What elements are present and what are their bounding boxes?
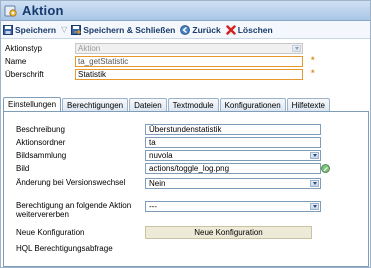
inherit-perm-row: Berechtigung an folgende Aktion weiterve… [16, 201, 140, 219]
chevron-down-icon [310, 152, 319, 159]
heading-row: Überschrift Statistik * [5, 68, 370, 80]
description-field[interactable]: Überstundenstatistik [145, 124, 321, 135]
header-form: Aktionstyp Aktion Name ta_getStatistic *… [1, 39, 370, 80]
image-row: Bild [16, 164, 144, 173]
version-change-value: Nein [149, 179, 166, 188]
new-config-row: Neue Konfiguration [16, 228, 144, 237]
inherit-perm-select[interactable]: --- [145, 201, 321, 212]
description-label: Beschreibung [16, 125, 65, 134]
version-change-label: Änderung bei Versionswechsel [16, 178, 126, 187]
heading-value: Statistik [78, 69, 107, 79]
save-close-button[interactable]: Speichern & Schließen [71, 24, 176, 35]
action-type-select: Aktion [75, 42, 303, 54]
version-change-select[interactable]: Nein [145, 178, 321, 189]
save-icon [3, 24, 13, 35]
imageset-select[interactable]: nuvola [145, 150, 321, 161]
delete-icon [226, 24, 236, 35]
description-row: Beschreibung [16, 125, 144, 134]
version-change-row: Änderung bei Versionswechsel [16, 178, 136, 187]
title-bar: Aktion [1, 1, 370, 21]
tab-einstellungen[interactable]: Einstellungen [3, 97, 62, 111]
name-label: Name [5, 56, 27, 66]
inherit-perm-value: --- [149, 202, 157, 211]
name-value: ta_getStatistic [78, 56, 129, 66]
folder-label: Aktionsordner [16, 138, 66, 147]
back-icon [180, 24, 191, 35]
folder-field[interactable]: ta [145, 137, 321, 148]
tab-dateien[interactable]: Dateien [129, 98, 167, 111]
name-required-marker: * [311, 55, 315, 65]
action-type-row: Aktionstyp Aktion [5, 42, 370, 54]
delete-button[interactable]: Löschen [226, 25, 273, 35]
window: Aktion Speichern ▽ Speichern & Schließen… [0, 0, 371, 268]
inherit-perm-label: Berechtigung an folgende Aktion weiterve… [16, 201, 132, 219]
imageset-value: nuvola [149, 151, 173, 160]
image-field[interactable]: actions/toggle_log.png [145, 163, 330, 174]
tab-konfigurationen[interactable]: Konfigurationen [219, 98, 286, 111]
tab-hilfetexte[interactable]: Hilfetexte [286, 98, 330, 111]
heading-label: Überschrift [5, 69, 44, 79]
heading-required-marker: * [311, 68, 315, 78]
save-label: Speichern [15, 24, 57, 35]
chevron-down-icon [292, 44, 301, 52]
chevron-down-icon [310, 180, 319, 187]
hql-label: HQL Berechtigungsabfrage [16, 244, 113, 253]
imageset-label: Bildsammlung [16, 151, 67, 160]
window-title: Aktion [22, 3, 64, 18]
folder-row: Aktionsordner [16, 138, 144, 147]
new-config-button[interactable]: Neue Konfiguration [145, 226, 312, 239]
back-button[interactable]: Zurück [180, 24, 221, 35]
save-close-icon [71, 24, 82, 35]
toolbar: Speichern ▽ Speichern & Schließen Zurück… [1, 21, 370, 39]
folder-value: ta [149, 138, 156, 147]
hql-row: HQL Berechtigungsabfrage [16, 244, 144, 253]
tab-bar: Einstellungen Berechtigungen Dateien Tex… [3, 97, 331, 111]
heading-field[interactable]: Statistik [75, 68, 303, 80]
back-label: Zurück [192, 24, 221, 35]
edit-pencil-icon[interactable] [321, 164, 330, 173]
name-row: Name ta_getStatistic * [5, 55, 370, 67]
action-gear-icon [4, 4, 18, 18]
name-field[interactable]: ta_getStatistic [75, 55, 303, 67]
tab-berechtigungen[interactable]: Berechtigungen [62, 98, 129, 111]
save-close-label: Speichern & Schließen [83, 24, 176, 35]
image-label: Bild [16, 164, 30, 173]
action-type-value: Aktion [78, 43, 101, 53]
action-type-label: Aktionstyp [5, 43, 42, 53]
settings-panel: Beschreibung Überstundenstatistik Aktion… [3, 111, 369, 267]
imageset-row: Bildsammlung [16, 151, 144, 160]
save-button[interactable]: Speichern [3, 24, 57, 35]
new-config-label: Neue Konfiguration [16, 228, 85, 237]
description-value: Überstundenstatistik [149, 125, 222, 134]
delete-label: Löschen [237, 24, 273, 35]
save-dropdown-icon[interactable]: ▽ [61, 25, 67, 34]
chevron-down-icon [310, 203, 319, 210]
tab-textmodule[interactable]: Textmodule [167, 98, 219, 111]
image-value: actions/toggle_log.png [149, 164, 230, 173]
